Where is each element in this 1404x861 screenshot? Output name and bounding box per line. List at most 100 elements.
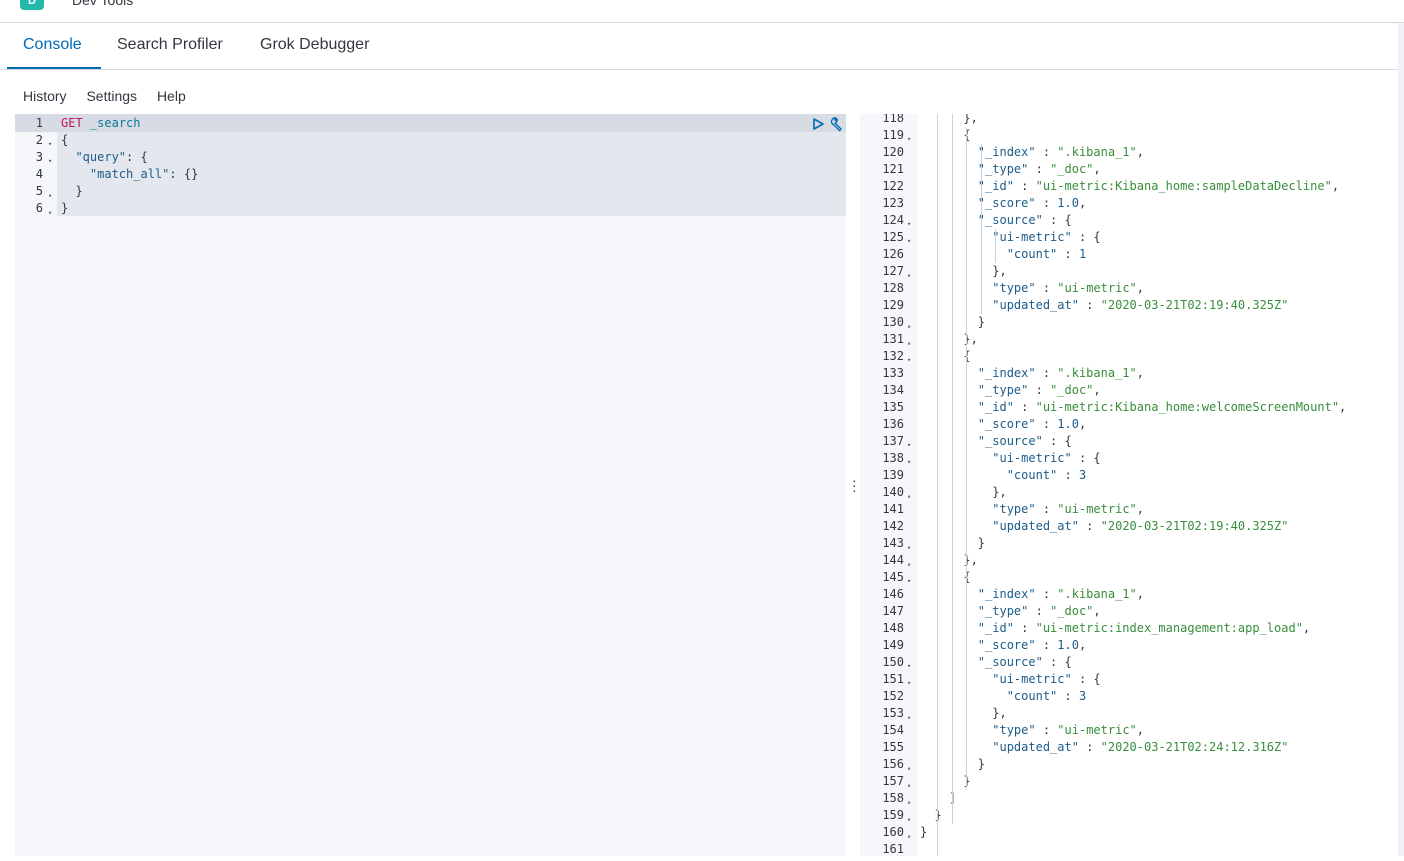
output-line-number: 141	[882, 502, 904, 516]
output-line: "_index" : ".kibana_1",	[977, 366, 1144, 380]
indent-guide	[995, 229, 996, 263]
output-line-number: 147	[882, 604, 904, 618]
output-line: },	[920, 264, 1007, 278]
history-link[interactable]: History	[23, 88, 67, 104]
editor-line[interactable]: GET _search	[61, 115, 141, 132]
output-line: "_id" : "ui-metric:Kibana_home:sampleDat…	[977, 179, 1340, 193]
fold-toggle-icon[interactable]: ▾	[907, 573, 911, 590]
output-line: "updated_at" : "2020-03-21T02:24:12.316Z…	[992, 740, 1289, 754]
output-line-number: 136	[882, 417, 904, 431]
editor-line[interactable]: }	[61, 183, 82, 200]
resize-handle-icon[interactable]: · · ·	[852, 473, 857, 497]
run-request-icon[interactable]	[811, 117, 825, 131]
tab-console[interactable]: Console	[23, 36, 82, 54]
editor-line[interactable]: }	[61, 200, 68, 217]
output-line: "count" : 1	[1006, 247, 1087, 261]
output-line-number: 160	[882, 825, 904, 839]
app-logo-icon[interactable]: D	[20, 0, 44, 10]
settings-link[interactable]: Settings	[86, 88, 137, 104]
console-menu: History Settings Help	[23, 88, 202, 104]
output-line-number: 148	[882, 621, 904, 635]
page-scrollbar[interactable]	[1398, 23, 1404, 856]
editor-line[interactable]: "query": {	[61, 149, 147, 166]
output-line: "count" : 3	[1006, 468, 1087, 482]
wrench-icon[interactable]	[829, 116, 845, 132]
indent-guide	[951, 114, 953, 824]
fold-toggle-icon[interactable]: ▴	[907, 556, 911, 573]
tab-search-profiler[interactable]: Search Profiler	[117, 36, 223, 54]
output-line: "ui-metric" : {	[992, 451, 1101, 465]
output-line-number: 157	[882, 774, 904, 788]
output-line: },	[920, 706, 1007, 720]
fold-toggle-icon[interactable]: ▴	[907, 539, 911, 556]
tab-bar: Console Search Profiler Grok Debugger	[0, 23, 1398, 70]
fold-toggle-icon[interactable]: ▾	[907, 437, 911, 454]
output-line: "type" : "ui-metric",	[992, 281, 1145, 295]
top-header: D Dev Tools	[0, 0, 1404, 23]
output-line-number: 152	[882, 689, 904, 703]
output-line-number: 121	[882, 162, 904, 176]
output-line-number: 161	[882, 842, 904, 856]
editor-line[interactable]: "match_all": {}	[61, 166, 198, 183]
output-line: },	[920, 114, 978, 125]
fold-toggle-icon[interactable]: ▴	[907, 709, 911, 726]
output-line: }	[920, 808, 942, 822]
output-line: "type" : "ui-metric",	[992, 502, 1145, 516]
fold-toggle-icon[interactable]: ▴	[48, 204, 52, 221]
output-line-number: 143	[882, 536, 904, 550]
fold-toggle-icon[interactable]: ▾	[907, 675, 911, 692]
indent-guide	[980, 144, 982, 314]
help-link[interactable]: Help	[157, 88, 186, 104]
output-line: "updated_at" : "2020-03-21T02:19:40.325Z…	[992, 298, 1289, 312]
output-line-number: 144	[882, 553, 904, 567]
output-line-number: 146	[882, 587, 904, 601]
fold-toggle-icon[interactable]: ▴	[907, 811, 911, 828]
fold-toggle-icon[interactable]: ▴	[907, 828, 911, 845]
fold-toggle-icon[interactable]: ▾	[907, 131, 911, 148]
tab-grok-debugger[interactable]: Grok Debugger	[260, 36, 369, 54]
fold-toggle-icon[interactable]: ▾	[907, 658, 911, 675]
output-line: "_score" : 1.0,	[977, 417, 1087, 431]
output-line: "_index" : ".kibana_1",	[977, 587, 1144, 601]
output-line-number: 158	[882, 791, 904, 805]
output-line-number: 120	[882, 145, 904, 159]
fold-toggle-icon[interactable]: ▾	[907, 233, 911, 250]
fold-toggle-icon[interactable]: ▴	[907, 267, 911, 284]
output-line-number: 159	[882, 808, 904, 822]
output-line-number: 129	[882, 298, 904, 312]
editor-code-area[interactable]	[57, 114, 846, 856]
fold-toggle-icon[interactable]: ▾	[907, 216, 911, 233]
output-line: "_index" : ".kibana_1",	[977, 145, 1144, 159]
fold-toggle-icon[interactable]: ▴	[907, 794, 911, 811]
output-line-number: 126	[882, 247, 904, 261]
output-line: "_type" : "_doc",	[977, 383, 1101, 397]
fold-toggle-icon[interactable]: ▴	[907, 318, 911, 335]
fold-toggle-icon[interactable]: ▴	[907, 760, 911, 777]
output-line-number: 132	[882, 349, 904, 363]
fold-toggle-icon[interactable]: ▾	[907, 454, 911, 471]
output-line-number: 122	[882, 179, 904, 193]
output-line: "_id" : "ui-metric:index_management:app_…	[977, 621, 1311, 635]
response-output[interactable]: 118 }, 119 ▾ {120 "_index" : ".kibana_1", 1…	[860, 114, 1398, 856]
fold-toggle-icon[interactable]: ▴	[907, 777, 911, 794]
output-line-number: 131	[882, 332, 904, 346]
fold-toggle-icon[interactable]: ▴	[907, 335, 911, 352]
request-editor[interactable]: 1 GET _search 2 ▾{3 ▾ "query": {4 "match_all…	[15, 114, 846, 856]
editor-line[interactable]: {	[61, 132, 68, 149]
output-line: },	[920, 553, 978, 567]
output-line-number: 140	[882, 485, 904, 499]
fold-toggle-icon[interactable]: ▾	[907, 352, 911, 369]
output-line: },	[920, 332, 978, 346]
output-line-number: 137	[882, 434, 904, 448]
output-line: {	[920, 570, 971, 584]
output-line: "_score" : 1.0,	[977, 638, 1087, 652]
indent-guide	[966, 127, 968, 790]
output-line: "_score" : 1.0,	[977, 196, 1087, 210]
output-line-number: 139	[882, 468, 904, 482]
fold-toggle-icon[interactable]: ▴	[907, 488, 911, 505]
active-tab-indicator	[7, 67, 101, 69]
output-line-number: 123	[882, 196, 904, 210]
output-line: "ui-metric" : {	[992, 672, 1101, 686]
output-line: "_source" : {	[977, 655, 1072, 669]
editor-line-number: 1	[35, 116, 43, 130]
